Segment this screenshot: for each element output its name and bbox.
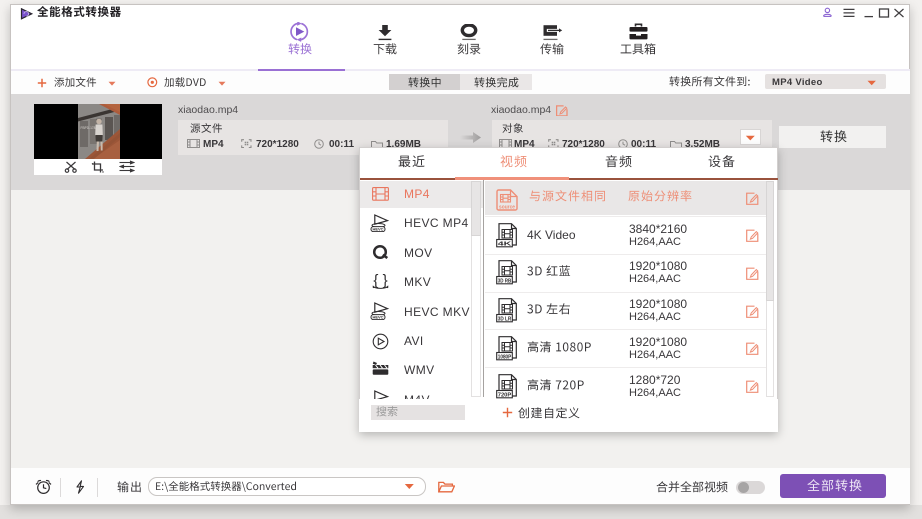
svg-text:HEVC: HEVC: [372, 315, 383, 320]
svg-text:4K: 4K: [498, 241, 512, 247]
svg-text:HEVC: HEVC: [372, 226, 383, 231]
svg-text:720P: 720P: [498, 392, 512, 398]
svg-text:FBPD-178: FBPD-178: [81, 126, 96, 130]
svg-text:3D RB: 3D RB: [498, 279, 512, 285]
svg-text:3D LR: 3D LR: [498, 316, 512, 322]
svg-text:{ }: { }: [373, 272, 387, 289]
svg-text:1080P: 1080P: [498, 354, 512, 360]
svg-text:source: source: [499, 204, 515, 210]
